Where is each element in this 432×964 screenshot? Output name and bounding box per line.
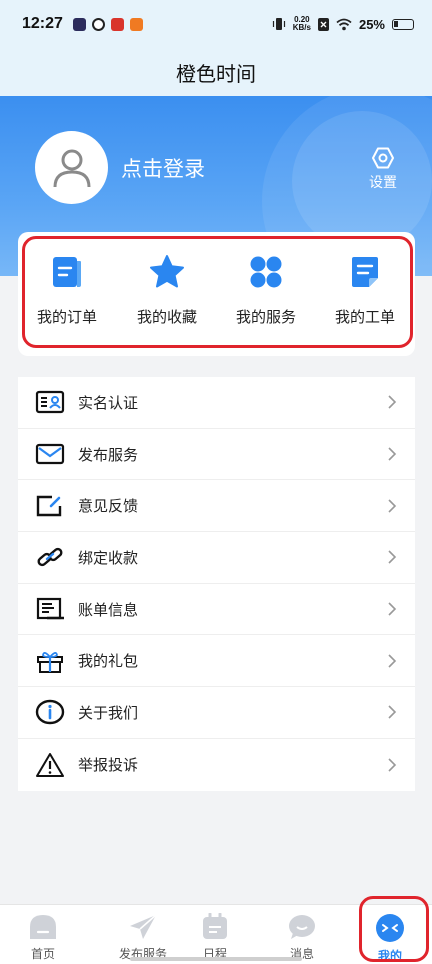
- link-icon: [37, 548, 63, 567]
- menu-list: 实名认证 发布服务 意见反馈 绑定收款 账单信息 我的礼包 关于我们 举报投诉: [18, 377, 415, 791]
- bottom-tab-bar: 首页 发布服务 日程 消息 我的: [0, 904, 432, 964]
- sim-icon: [317, 17, 329, 31]
- menu-item-about[interactable]: 关于我们: [18, 687, 415, 739]
- login-link[interactable]: 点击登录: [121, 153, 205, 183]
- chevron-right-icon: [388, 499, 397, 513]
- vibrate-icon: [272, 18, 285, 30]
- quick-action-services[interactable]: 我的服务: [221, 254, 311, 327]
- paper-plane-icon: [130, 914, 157, 939]
- menu-item-publish-service[interactable]: 发布服务: [18, 429, 415, 481]
- quick-action-label: 我的服务: [235, 309, 296, 326]
- quick-actions-card: 我的订单 我的收藏 我的服务 我的工单: [18, 232, 415, 356]
- status-bar: 12:27 0.20 KB/s 25%: [0, 0, 432, 48]
- menu-item-label: 绑定收款: [78, 549, 139, 567]
- envelope-icon: [35, 443, 65, 465]
- star-icon: [150, 255, 184, 288]
- battery-percent: 25%: [358, 16, 385, 32]
- tab-publish-service[interactable]: 发布服务: [103, 913, 183, 962]
- menu-item-label: 关于我们: [78, 704, 139, 722]
- notification-app-icon: [110, 17, 124, 31]
- chevron-right-icon: [388, 758, 397, 772]
- id-card-icon: [35, 391, 65, 414]
- grid-icon: [250, 256, 282, 288]
- status-time: 12:27: [22, 15, 63, 32]
- quick-action-orders[interactable]: 我的订单: [22, 254, 112, 327]
- chevron-right-icon: [388, 654, 397, 668]
- menu-item-label: 账单信息: [78, 601, 139, 619]
- workorder-icon: [352, 257, 378, 287]
- home-icon: [30, 915, 56, 939]
- menu-item-report[interactable]: 举报投诉: [18, 739, 415, 791]
- battery-icon: [392, 18, 414, 30]
- chat-icon: [289, 915, 315, 939]
- tab-label: 首页: [30, 947, 55, 961]
- settings-hexagon-icon: [372, 147, 394, 169]
- avatar[interactable]: [35, 131, 108, 204]
- network-speed: 0.20 KB/s: [292, 15, 311, 32]
- calendar-icon: [203, 913, 227, 939]
- tab-schedule[interactable]: 日程: [175, 913, 255, 962]
- menu-item-gift[interactable]: 我的礼包: [18, 635, 415, 688]
- bill-icon: [36, 597, 64, 620]
- chevron-right-icon: [388, 550, 397, 564]
- tab-messages[interactable]: 消息: [262, 913, 342, 962]
- tab-mine[interactable]: 我的: [350, 913, 430, 964]
- menu-item-label: 意见反馈: [78, 498, 139, 516]
- settings-label: 设置: [369, 174, 397, 190]
- menu-item-verification[interactable]: 实名认证: [18, 377, 415, 429]
- home-indicator: [130, 957, 302, 961]
- menu-item-bind-payment[interactable]: 绑定收款: [18, 532, 415, 584]
- menu-item-label: 发布服务: [78, 446, 139, 464]
- chevron-right-icon: [388, 602, 397, 616]
- wifi-icon: [336, 18, 352, 30]
- quick-action-label: 我的工单: [334, 309, 395, 326]
- page-title: 橙色时间: [0, 48, 432, 96]
- menu-item-feedback[interactable]: 意见反馈: [18, 480, 415, 533]
- notification-app-icon: [72, 17, 86, 31]
- chevron-right-icon: [388, 395, 397, 409]
- notification-app-icon: [129, 17, 143, 31]
- gift-icon: [37, 651, 63, 673]
- user-avatar-icon: [53, 149, 90, 187]
- tab-label: 我的: [377, 949, 402, 963]
- menu-item-label: 我的礼包: [78, 653, 139, 671]
- tab-home[interactable]: 首页: [3, 913, 83, 962]
- quick-action-label: 我的订单: [36, 309, 97, 326]
- menu-item-bill-info[interactable]: 账单信息: [18, 584, 415, 636]
- chevron-right-icon: [388, 705, 397, 720]
- warning-icon: [36, 752, 64, 777]
- settings-button[interactable]: 设置: [364, 146, 402, 192]
- profile-icon: [376, 914, 404, 942]
- menu-item-label: 举报投诉: [78, 757, 139, 775]
- order-icon: [53, 257, 81, 287]
- chevron-right-icon: [388, 447, 397, 461]
- feedback-edit-icon: [36, 495, 62, 516]
- notification-app-icon: [91, 17, 105, 31]
- quick-action-label: 我的收藏: [136, 309, 197, 326]
- menu-item-label: 实名认证: [78, 394, 139, 412]
- quick-action-workorders[interactable]: 我的工单: [320, 254, 410, 327]
- quick-action-favorites[interactable]: 我的收藏: [122, 254, 212, 327]
- info-icon: [35, 700, 65, 725]
